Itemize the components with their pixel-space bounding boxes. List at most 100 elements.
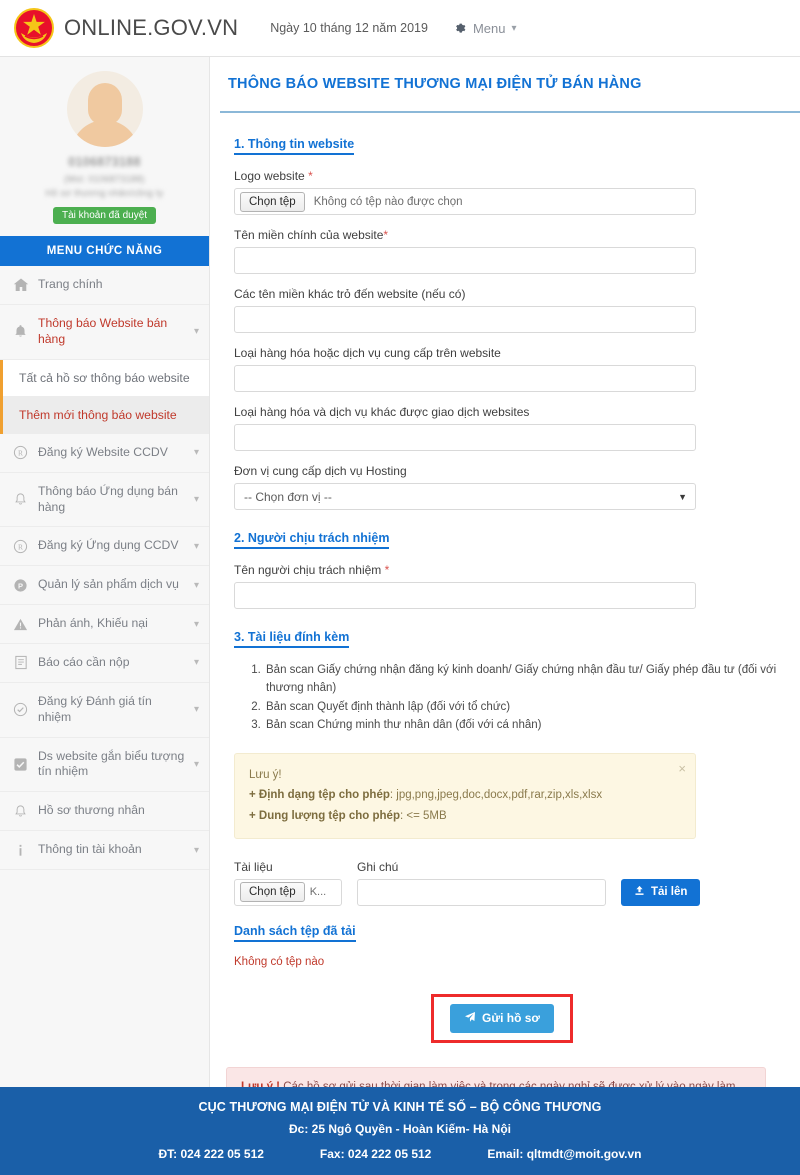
choose-file-button[interactable]: Chọn tệp [240,882,305,903]
hosting-selected-value: -- Chọn đơn vị -- [244,489,332,504]
required-marker: * [384,563,390,577]
chevron-down-icon: ▾ [193,579,199,591]
sidebar-item-dang-ky-danh-gia-tin-nhiem[interactable]: Đăng ký Đánh giá tín nhiệm ▾ [0,682,209,738]
notice-formats: + Định dạng tệp cho phép: jpg,png,jpeg,d… [249,789,603,802]
info-icon [12,843,29,858]
choose-file-button[interactable]: Chọn tệp [240,191,305,212]
other-goods-input[interactable] [234,424,696,451]
registered-icon: R [12,445,29,460]
footer-contacts: ĐT: 024 222 05 512 Fax: 024 222 05 512 E… [0,1147,800,1161]
sidebar-item-bao-cao-can-nop[interactable]: Báo cáo cần nộp ▾ [0,644,209,683]
bell-icon [12,324,29,339]
no-files-message: Không có tệp nào [234,955,325,968]
footer-address: Đc: 25 Ngô Quyền - Hoàn Kiếm- Hà Nội [288,1122,512,1136]
notification-form: 1. Thông tin website Logo website * Chọn… [210,113,800,1123]
main-domain-label: Tên miền chính của website* [234,228,389,242]
sidebar-item-label: Đăng ký Website CCDV [38,444,168,459]
site-header: ONLINE.GOV.VN Ngày 10 tháng 12 năm 2019 … [0,0,800,57]
sidebar-item-label: Trang chính [38,277,103,292]
main-domain-input[interactable] [234,247,696,274]
bell-icon [12,804,29,819]
document-label: Tài liệu [234,859,273,874]
header-date: Ngày 10 tháng 12 năm 2019 [270,21,428,35]
send-icon [464,1011,476,1026]
chevron-down-icon: ▾ [193,758,199,770]
avatar [66,71,143,147]
sidebar-item-ds-website-gan-bieu-tuong[interactable]: Ds website gắn biểu tượng tín nhiệm ▾ [0,737,209,793]
submit-button-label: Gửi hồ sơ [482,1011,540,1026]
list-item: Bản scan Giấy chứng nhận đăng ký kinh do… [264,662,800,698]
responsible-person-input[interactable] [234,582,696,609]
chevron-down-icon: ▾ [193,326,199,338]
document-file-field[interactable]: Chọn tệp K... [234,878,342,906]
checkbox-icon [12,757,29,772]
warning-triangle-icon [12,617,29,632]
sidebar-item-thong-tin-tai-khoan[interactable]: Thông tin tài khoản ▾ [0,831,209,871]
chevron-down-icon: ▼ [678,491,687,502]
sidebar-item-label: Thông tin tài khoản [38,842,142,857]
chevron-down-icon: ▾ [511,22,517,34]
footer-org: CỤC THƯƠNG MẠI ĐIỆN TỬ VÀ KINH TẾ SỐ – B… [198,1100,602,1114]
sidebar-item-ho-so-thuong-nhan[interactable]: Hồ sơ thương nhân [0,792,209,832]
close-icon[interactable]: × [678,762,686,775]
sidebar-item-trang-chinh[interactable]: Trang chính [0,266,209,306]
note-label: Ghi chú [357,859,399,874]
sidebar-item-quan-ly-san-pham-dich-vu[interactable]: P Quản lý sản phẩm dịch vụ ▾ [0,566,209,606]
goods-services-input[interactable] [234,365,696,392]
logo-file-field[interactable]: Chọn tệp Không có tệp nào được chọn [234,188,696,215]
other-goods-label: Loại hàng hóa và dịch vụ khác được giao … [234,405,530,419]
home-icon [12,277,29,293]
chevron-down-icon: ▾ [193,704,199,716]
file-rules-notice: × Lưu ý! + Định dạng tệp cho phép: jpg,p… [234,753,696,839]
upload-button[interactable]: Tải lên [621,878,701,906]
check-circle-icon [12,702,29,717]
body-wrapper: 0106873188 (Mst: 0106873188) Hồ sơ thươn… [0,57,800,1123]
sidebar-item-label: Ds website gắn biểu tượng tín nhiệm [38,748,185,779]
chevron-down-icon: ▾ [193,447,199,459]
user-profile: 0106873188 (Mst: 0106873188) Hồ sơ thươn… [0,57,209,237]
sidebar-item-thong-bao-ung-dung-ban-hang[interactable]: Thông báo Ứng dụng bán hàng ▾ [0,472,209,528]
header-menu-button[interactable]: Menu ▾ [454,21,517,36]
document-upload-col: Tài liệu Chọn tệp K... [234,860,342,906]
section-1-heading: 1. Thông tin website [234,137,355,155]
upload-button-label: Tải lên [651,886,688,899]
chevron-down-icon: ▾ [193,618,199,630]
brand-title: ONLINE.GOV.VN [64,15,239,40]
note-col: Ghi chú [357,860,606,906]
bell-icon [12,492,29,507]
sidebar: 0106873188 (Mst: 0106873188) Hồ sơ thươn… [0,57,210,1087]
submit-zone: Gửi hồ sơ [234,993,770,1043]
notice-title: Lưu ý! [249,769,282,782]
sidebar-subitem-them-moi[interactable]: Thêm mới thông báo website [3,396,209,434]
vietnam-emblem-icon [12,6,56,50]
sidebar-item-label: Thông báo Ứng dụng bán hàng [38,483,178,514]
required-marker: * [383,228,389,242]
status-badge: Tài khoản đã duyệt [52,207,157,225]
required-documents-list: Bản scan Giấy chứng nhận đăng ký kinh do… [264,662,800,735]
uploaded-files-link[interactable]: Danh sách tệp đã tải [234,924,356,942]
submit-highlight-box: Gửi hồ sơ [431,993,573,1043]
chevron-down-icon: ▾ [193,844,199,856]
hosting-provider-label: Đơn vị cung cấp dịch vụ Hosting [234,464,407,478]
main-content: THÔNG BÁO WEBSITE THƯƠNG MẠI ĐIỆN TỬ BÁN… [210,57,800,1123]
note-input[interactable] [357,878,606,906]
sidebar-item-dang-ky-website-ccdv[interactable]: R Đăng ký Website CCDV ▾ [0,433,209,473]
other-domains-input[interactable] [234,306,696,333]
submit-button[interactable]: Gửi hồ sơ [450,1003,554,1033]
required-marker: * [308,169,313,183]
sidebar-submenu: Tất cả hồ sơ thông báo website Thêm mới … [0,359,209,434]
upload-row: Tài liệu Chọn tệp K... Ghi chú Tải lên [234,860,800,906]
sidebar-item-thong-bao-website-ban-hang[interactable]: Thông báo Website bán hàng ▾ [0,305,209,360]
responsible-person-label: Tên người chịu trách nhiệm * [234,563,390,577]
section-2-heading: 2. Người chịu trách nhiệm [234,531,390,549]
sidebar-item-label: Báo cáo cần nộp [38,655,130,669]
svg-text:R: R [18,542,23,551]
sidebar-item-phan-anh-khieu-nai[interactable]: Phản ánh, Khiếu nại ▾ [0,605,209,644]
section-3-heading: 3. Tài liệu đính kèm [234,630,350,648]
sidebar-subitem-tat-ca-ho-so[interactable]: Tất cả hồ sơ thông báo website [3,359,209,397]
hosting-provider-select[interactable]: -- Chọn đơn vị -- ▼ [234,483,696,510]
sidebar-item-dang-ky-ung-dung-ccdv[interactable]: R Đăng ký Ứng dụng CCDV ▾ [0,527,209,567]
sidebar-item-label: Phản ánh, Khiếu nại [38,616,148,631]
sidebar-item-label: Quản lý sản phẩm dịch vụ [38,577,179,592]
sidebar-item-label: Thông báo Website bán hàng [38,316,168,346]
